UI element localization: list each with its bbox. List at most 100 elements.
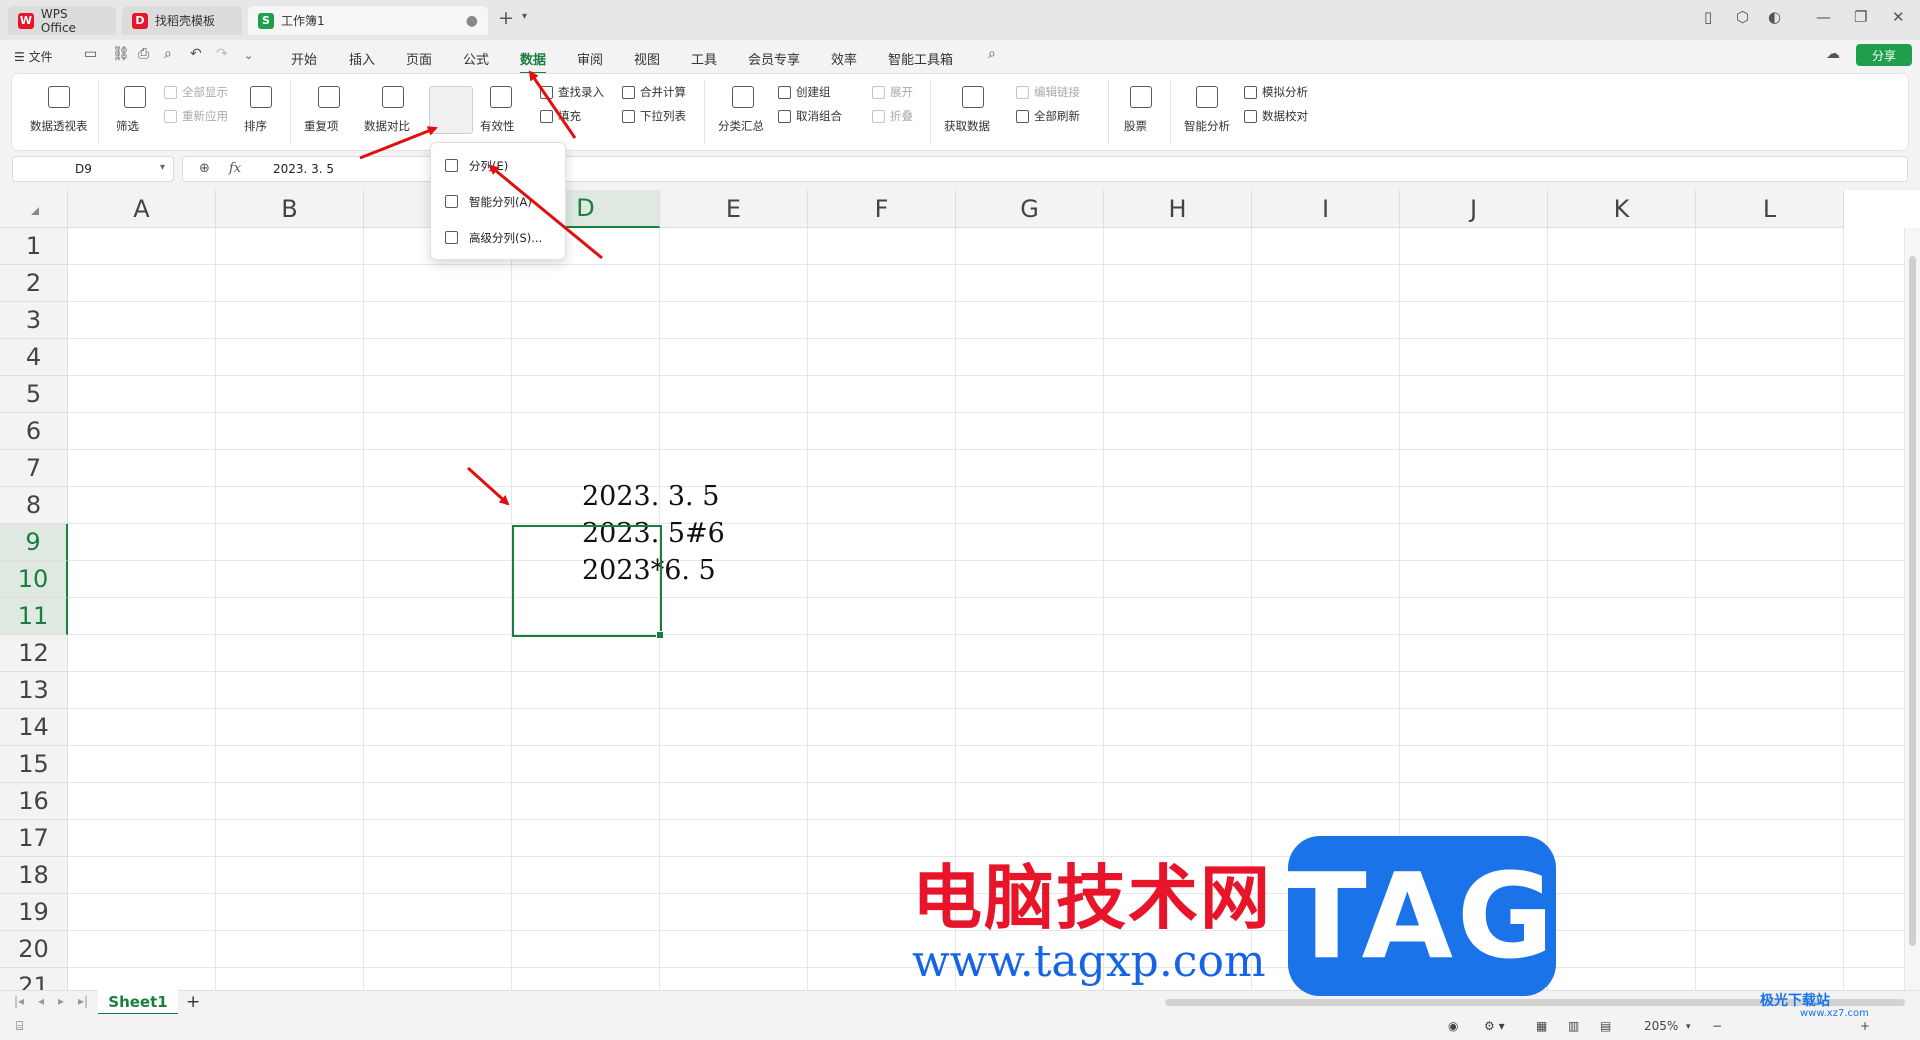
tab-docer-templates[interactable]: D 找稻壳模板 bbox=[122, 6, 242, 35]
data-check-button[interactable]: 数据校对 bbox=[1262, 108, 1308, 124]
row-header-21[interactable]: 21 bbox=[0, 968, 68, 990]
column-header-j[interactable]: J bbox=[1400, 190, 1548, 228]
preview-icon[interactable]: ⌕ bbox=[164, 46, 172, 62]
column-header-e[interactable]: E bbox=[660, 190, 808, 228]
row-header-1[interactable]: 1 bbox=[0, 228, 68, 265]
redo-icon[interactable]: ↷ bbox=[216, 46, 228, 62]
prev-sheet-icon[interactable]: ◂ bbox=[38, 994, 44, 1008]
share-button[interactable]: 分享 bbox=[1856, 44, 1912, 66]
page-layout-icon[interactable]: ▥ bbox=[1568, 1019, 1579, 1033]
fx-icon[interactable]: fx bbox=[229, 161, 241, 176]
selection-range[interactable] bbox=[512, 525, 664, 639]
menu-insert[interactable]: 插入 bbox=[349, 49, 375, 68]
cloud-icon[interactable]: ☁ bbox=[1826, 46, 1840, 62]
column-header-g[interactable]: G bbox=[956, 190, 1104, 228]
chevron-down-icon[interactable]: ▾ bbox=[522, 11, 527, 22]
duplicates-button[interactable]: 重复项 bbox=[304, 118, 339, 134]
zoom-in-icon[interactable]: + bbox=[1860, 1019, 1870, 1033]
menu-start[interactable]: 开始 bbox=[291, 49, 317, 68]
create-group-button[interactable]: 创建组 bbox=[796, 84, 831, 100]
column-header-l[interactable]: L bbox=[1696, 190, 1844, 228]
cube-icon[interactable]: ⬡ bbox=[1736, 8, 1749, 26]
close-icon[interactable]: ✕ bbox=[1892, 8, 1905, 26]
page-break-icon[interactable]: ▤ bbox=[1600, 1019, 1611, 1033]
edit-links-button[interactable]: 编辑链接 bbox=[1034, 84, 1080, 100]
settings-icon[interactable]: ⚙ ▾ bbox=[1484, 1019, 1505, 1033]
row-header-10[interactable]: 10 bbox=[0, 561, 68, 598]
row-header-9[interactable]: 9 bbox=[0, 524, 68, 561]
column-header-f[interactable]: F bbox=[808, 190, 956, 228]
row-header-7[interactable]: 7 bbox=[0, 450, 68, 487]
restore-icon[interactable]: ❐ bbox=[1854, 8, 1867, 26]
consolidate-button[interactable]: 合并计算 bbox=[640, 84, 686, 100]
next-sheet-icon[interactable]: ▸ bbox=[58, 994, 64, 1008]
tab-workbook1[interactable]: S 工作簿1 ● bbox=[248, 6, 488, 35]
chevron-down-icon[interactable]: ▾ bbox=[160, 162, 165, 173]
row-header-12[interactable]: 12 bbox=[0, 635, 68, 672]
row-header-2[interactable]: 2 bbox=[0, 265, 68, 302]
pivot-table-button[interactable]: 数据透视表 bbox=[30, 118, 88, 134]
stocks-button[interactable]: 股票 bbox=[1124, 118, 1147, 134]
row-header-19[interactable]: 19 bbox=[0, 894, 68, 931]
row-header-8[interactable]: 8 bbox=[0, 487, 68, 524]
row-header-16[interactable]: 16 bbox=[0, 783, 68, 820]
row-header-5[interactable]: 5 bbox=[0, 376, 68, 413]
column-header-b[interactable]: B bbox=[216, 190, 364, 228]
fill-button[interactable]: 填充 bbox=[558, 108, 581, 124]
validity-button[interactable]: 有效性 bbox=[480, 118, 515, 134]
compare-button[interactable]: 数据对比 bbox=[364, 118, 410, 134]
dot-icon[interactable]: ● bbox=[466, 13, 478, 29]
sort-button[interactable]: 排序 bbox=[244, 118, 267, 134]
first-sheet-icon[interactable]: |◂ bbox=[14, 994, 24, 1008]
row-header-20[interactable]: 20 bbox=[0, 931, 68, 968]
smart-analysis-button[interactable]: 智能分析 bbox=[1184, 118, 1230, 134]
column-header-a[interactable]: A bbox=[68, 190, 216, 228]
ungroup-button[interactable]: 取消组合 bbox=[796, 108, 842, 124]
expand-button[interactable]: 展开 bbox=[890, 84, 913, 100]
menu-member[interactable]: 会员专享 bbox=[748, 49, 800, 68]
show-all-button[interactable]: 全部显示 bbox=[182, 84, 228, 100]
row-header-15[interactable]: 15 bbox=[0, 746, 68, 783]
get-data-button[interactable]: 获取数据 bbox=[944, 118, 990, 134]
macro-icon[interactable]: ⌸ bbox=[16, 1019, 23, 1034]
filter-button[interactable]: 筛选 bbox=[116, 118, 139, 134]
what-if-button[interactable]: 模拟分析 bbox=[1262, 84, 1308, 100]
undo-icon[interactable]: ↶ bbox=[190, 46, 202, 62]
link-icon[interactable]: ⛓ bbox=[112, 46, 130, 62]
menu-tools[interactable]: 工具 bbox=[691, 49, 717, 68]
lookup-entry-button[interactable]: 查找录入 bbox=[558, 84, 604, 100]
print-icon[interactable]: ⎙ bbox=[138, 46, 149, 62]
tab-wps-office[interactable]: W WPS Office bbox=[8, 6, 116, 35]
normal-view-icon[interactable]: ▦ bbox=[1536, 1019, 1547, 1033]
vertical-scrollbar[interactable] bbox=[1904, 228, 1920, 990]
dropdown-list-button[interactable]: 下拉列表 bbox=[640, 108, 686, 124]
menu-review[interactable]: 审阅 bbox=[577, 49, 603, 68]
chevron-down-icon[interactable]: ⌄ bbox=[244, 49, 253, 62]
row-header-17[interactable]: 17 bbox=[0, 820, 68, 857]
row-header-3[interactable]: 3 bbox=[0, 302, 68, 339]
column-header-k[interactable]: K bbox=[1548, 190, 1696, 228]
sheet-tab-sheet1[interactable]: Sheet1 bbox=[98, 990, 178, 1015]
cell-d9[interactable]: 2023. 3. 5 bbox=[582, 481, 719, 512]
row-header-6[interactable]: 6 bbox=[0, 413, 68, 450]
avatar[interactable]: ◐ bbox=[1768, 8, 1781, 26]
save-icon[interactable]: ▭ bbox=[84, 46, 97, 62]
name-box[interactable]: D9 ▾ bbox=[12, 156, 174, 182]
zoom-out-icon[interactable]: − bbox=[1712, 1019, 1722, 1033]
refresh-all-button[interactable]: 全部刷新 bbox=[1034, 108, 1080, 124]
reapply-button[interactable]: 重新应用 bbox=[182, 108, 228, 124]
last-sheet-icon[interactable]: ▸| bbox=[78, 994, 88, 1008]
zoom-level[interactable]: 205% bbox=[1644, 1019, 1678, 1033]
menu-efficiency[interactable]: 效率 bbox=[831, 49, 857, 68]
file-menu[interactable]: ☰ 文件 bbox=[14, 48, 53, 65]
menu-view[interactable]: 视图 bbox=[634, 49, 660, 68]
scrollbar-thumb[interactable] bbox=[1909, 256, 1916, 946]
row-header-14[interactable]: 14 bbox=[0, 709, 68, 746]
layout-icon[interactable]: ▯ bbox=[1704, 8, 1712, 26]
menu-item-smart-split[interactable]: 智能分列(A) bbox=[431, 186, 567, 218]
column-header-h[interactable]: H bbox=[1104, 190, 1252, 228]
menu-item-advanced-split[interactable]: 高级分列(S)... bbox=[431, 222, 567, 254]
search-icon[interactable]: ⌕ bbox=[988, 46, 996, 62]
menu-page[interactable]: 页面 bbox=[406, 49, 432, 68]
new-tab-icon[interactable]: + bbox=[498, 7, 514, 29]
